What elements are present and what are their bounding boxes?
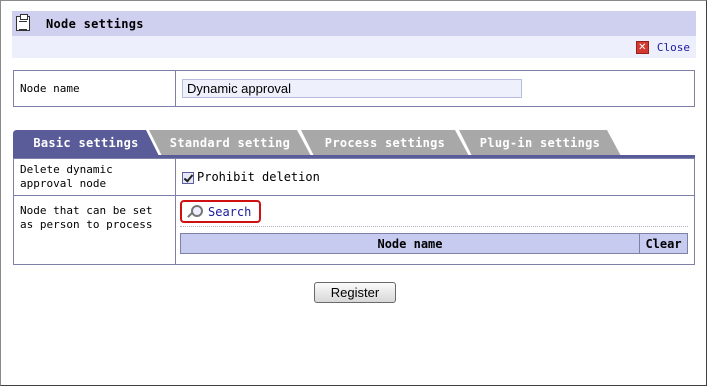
tab-basic-settings[interactable]: Basic settings <box>13 130 159 156</box>
close-label: Close <box>656 40 690 54</box>
node-name-column-header: Node name <box>180 233 640 254</box>
node-settings-window: Node settings ✕ Close Node name Basic se… <box>0 0 707 386</box>
node-name-table: Node name <box>13 70 695 107</box>
person-to-process-cell: Search Node name Clear <box>175 195 695 265</box>
node-name-cell <box>175 70 695 107</box>
magnifier-icon <box>186 204 203 219</box>
tab-bar: Basic settings Standard setting Process … <box>13 130 695 156</box>
register-button[interactable]: Register <box>314 282 396 303</box>
tab-plugin-settings[interactable]: Plug-in settings <box>459 130 621 156</box>
search-label: Search <box>208 204 252 219</box>
person-to-process-label: Node that can be set as person to proces… <box>13 195 176 265</box>
search-button[interactable]: Search <box>180 200 262 223</box>
node-name-input[interactable] <box>182 79 522 98</box>
close-icon: ✕ <box>635 40 649 54</box>
tab-label: Basic settings <box>33 136 139 150</box>
tab-label: Standard setting <box>169 136 291 150</box>
tab-process-settings[interactable]: Process settings <box>301 130 469 156</box>
tab-label: Process settings <box>324 136 446 150</box>
dotted-divider <box>180 226 688 227</box>
prohibit-deletion-checkbox[interactable] <box>182 171 194 184</box>
clear-button[interactable]: Clear <box>639 233 688 254</box>
close-bar: ✕ Close <box>12 36 696 58</box>
clipboard-icon <box>16 14 30 31</box>
prohibit-deletion-label: Prohibit deletion <box>197 170 320 184</box>
tab-label: Plug-in settings <box>479 136 601 150</box>
node-name-label: Node name <box>13 70 176 107</box>
title-bar: Node settings <box>12 11 696 36</box>
basic-settings-table: Delete dynamic approval node Prohibit de… <box>13 158 695 265</box>
delete-node-label: Delete dynamic approval node <box>13 158 176 196</box>
window-title: Node settings <box>46 16 144 31</box>
node-grid: Node name Clear <box>180 233 688 254</box>
tab-standard-setting[interactable]: Standard setting <box>149 130 311 156</box>
delete-node-cell: Prohibit deletion <box>175 158 695 196</box>
close-button[interactable]: ✕ Close <box>635 40 690 54</box>
